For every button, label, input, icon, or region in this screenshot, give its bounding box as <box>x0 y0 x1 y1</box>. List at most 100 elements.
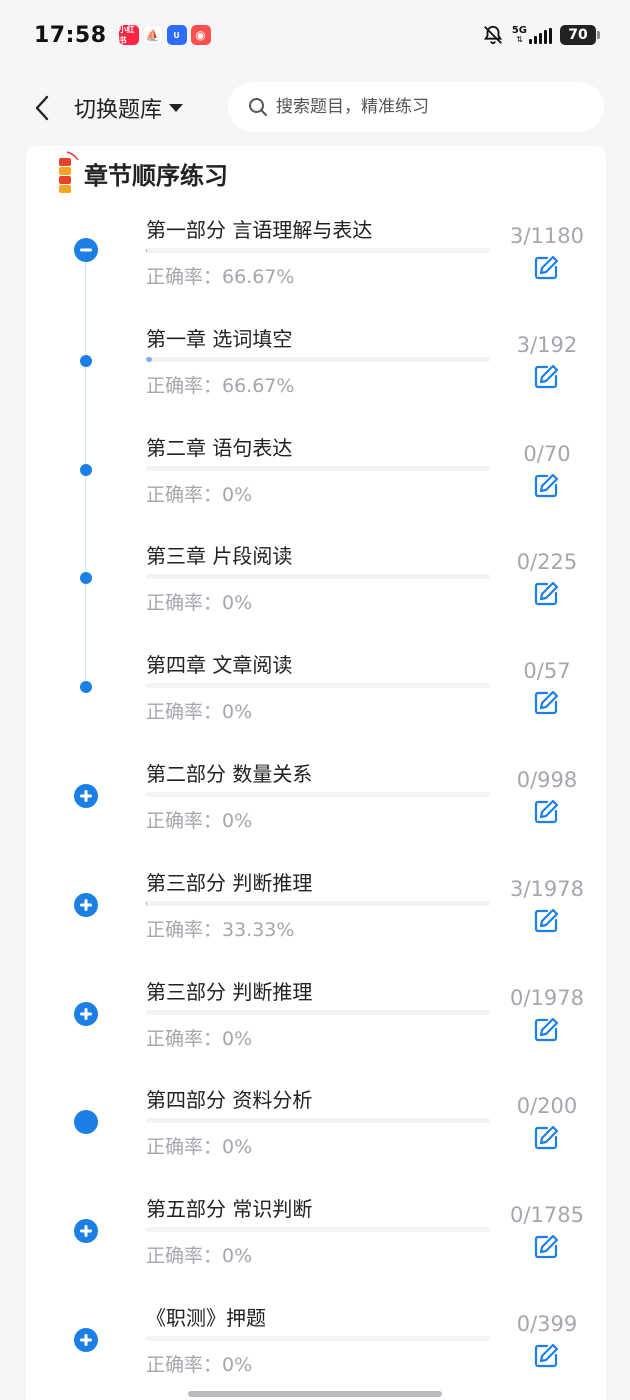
question-count: 0/1978 <box>510 985 584 1010</box>
mute-bell-icon <box>483 25 502 45</box>
chapter-title: 第三部分 判断推理 <box>146 979 313 1004</box>
status-right: 5G ⇅ 70 <box>482 24 600 46</box>
edit-icon <box>532 799 560 830</box>
u-app-icon: U <box>166 25 187 45</box>
timeline-dot-icon <box>74 458 98 486</box>
chapter-title: 第三章 片段阅读 <box>146 544 293 569</box>
accuracy-rate: 正确率：66.67% <box>146 374 295 397</box>
back-arrow-icon <box>35 95 49 121</box>
practice-edit-button[interactable] <box>532 472 560 500</box>
chapter-row[interactable]: 第三部分 判断推理 正确率：0% 0/1978 <box>26 976 606 1084</box>
expand-plus-icon[interactable] <box>74 1219 98 1247</box>
chapter-row[interactable]: 第三部分 判断推理 正确率：33.33% 3/1978 <box>26 867 606 975</box>
practice-edit-button[interactable] <box>532 1016 560 1044</box>
search-input[interactable] <box>276 97 576 117</box>
progress-bar <box>146 1227 490 1233</box>
practice-edit-button[interactable] <box>532 907 560 935</box>
practice-edit-button[interactable] <box>532 254 560 282</box>
chapter-title: 第四部分 资料分析 <box>146 1088 313 1113</box>
game-app-icon: ◉ <box>190 25 211 45</box>
edit-icon <box>532 255 560 286</box>
edit-icon <box>532 691 560 721</box>
chapter-practice-card: 章节顺序练习 第一部分 言语理解与表达 正确率：66.67% 3/1180 第一章 选… <box>26 146 606 1400</box>
accuracy-rate: 正确率：33.33% <box>146 918 295 941</box>
progress-bar <box>146 356 490 362</box>
status-time: 17:58 <box>34 22 107 48</box>
chapter-row[interactable]: 《职测》押题 正确率：0% 0/399 <box>26 1302 606 1400</box>
chapter-row[interactable]: 第三章 片段阅读 正确率：0% 0/225 <box>26 540 606 648</box>
edit-icon <box>532 908 560 939</box>
xiaohongshu-app-icon: 小红书 <box>118 25 139 45</box>
timeline-dot-icon <box>74 566 98 594</box>
chapter-row[interactable]: 第五部分 常识判断 正确率：0% 0/1785 <box>26 1193 606 1301</box>
status-bar: 17:58 小红书 ⛵ U ◉ 5G ⇅ 70 <box>0 0 630 70</box>
accuracy-rate: 正确率：66.67% <box>146 266 295 288</box>
progress-bar <box>146 1118 490 1124</box>
expand-plus-icon[interactable] <box>74 1328 98 1356</box>
expand-plus-icon[interactable] <box>74 892 98 921</box>
progress-bar <box>146 248 490 253</box>
practice-edit-button[interactable] <box>532 363 560 391</box>
edit-icon <box>532 1343 560 1374</box>
accuracy-rate: 正确率：0% <box>146 701 253 724</box>
practice-edit-button[interactable] <box>532 1342 560 1370</box>
progress-bar <box>146 574 490 580</box>
chapter-row[interactable]: 第一部分 言语理解与表达 正确率：66.67% 3/1180 <box>26 214 606 322</box>
progress-bar <box>146 465 490 471</box>
collapse-minus-icon[interactable] <box>74 238 98 266</box>
practice-edit-button[interactable] <box>532 1124 560 1152</box>
accuracy-rate: 正确率：0% <box>146 810 253 832</box>
progress-bar <box>146 1009 490 1015</box>
practice-edit-button[interactable] <box>532 1233 560 1261</box>
edit-icon <box>532 473 560 504</box>
expand-plus-icon[interactable] <box>74 784 98 812</box>
accuracy-rate: 正确率：0% <box>146 592 253 615</box>
chapter-title: 第五部分 常识判断 <box>146 1197 313 1222</box>
question-count: 0/200 <box>516 1094 578 1119</box>
filled-circle-icon <box>74 1110 98 1138</box>
battery-level: 70 <box>568 27 588 43</box>
progress-fill <box>146 356 152 362</box>
expand-plus-icon[interactable] <box>74 1001 98 1030</box>
chapter-title: 《职测》押题 <box>146 1306 266 1330</box>
search-icon <box>249 98 267 116</box>
progress-bar <box>146 683 490 689</box>
search-box[interactable] <box>228 82 604 132</box>
question-count: 3/192 <box>516 332 578 357</box>
chapter-row[interactable]: 第四章 文章阅读 正确率：0% 0/57 <box>26 649 606 757</box>
firecracker-icon <box>59 151 79 193</box>
practice-edit-button[interactable] <box>532 798 560 826</box>
chapter-row[interactable]: 第四部分 资料分析 正确率：0% 0/200 <box>26 1084 606 1192</box>
battery-icon: 70 <box>560 25 600 45</box>
edit-icon <box>532 1017 560 1048</box>
question-count: 0/998 <box>516 768 578 792</box>
edit-icon <box>532 1126 560 1156</box>
section-title: 章节顺序练习 <box>84 161 228 190</box>
edit-icon <box>532 582 560 612</box>
section-header: 章节顺序练习 <box>54 146 228 200</box>
chapter-title: 第一章 选词填空 <box>146 326 293 351</box>
question-count: 0/399 <box>516 1312 578 1336</box>
practice-edit-button[interactable] <box>532 689 560 717</box>
progress-fill <box>146 248 148 253</box>
chapter-row[interactable]: 第二章 语句表达 正确率：0% 0/70 <box>26 432 606 540</box>
accuracy-rate: 正确率：0% <box>146 1245 253 1268</box>
progress-bar <box>146 1336 490 1341</box>
timeline-dot-icon <box>74 675 98 703</box>
back-button[interactable] <box>28 88 56 128</box>
data-arrows-icon: ⇅ <box>516 35 523 44</box>
timeline-dot-icon <box>74 349 98 377</box>
switch-bank-dropdown[interactable]: 切换题库 <box>74 92 184 124</box>
progress-bar <box>146 792 490 797</box>
home-indicator[interactable] <box>188 1391 442 1397</box>
question-count: 0/225 <box>516 550 578 575</box>
accuracy-rate: 正确率：0% <box>146 483 253 506</box>
practice-edit-button[interactable] <box>532 580 560 608</box>
chapter-row[interactable]: 第二部分 数量关系 正确率：0% 0/998 <box>26 758 606 866</box>
edit-icon <box>532 1235 560 1265</box>
accuracy-rate: 正确率：0% <box>146 1354 253 1376</box>
chapter-title: 第一部分 言语理解与表达 <box>146 218 373 242</box>
chapter-row[interactable]: 第一章 选词填空 正确率：66.67% 3/192 <box>26 323 606 431</box>
accuracy-rate: 正确率：0% <box>146 1027 253 1050</box>
chapter-title: 第四章 文章阅读 <box>146 653 293 678</box>
